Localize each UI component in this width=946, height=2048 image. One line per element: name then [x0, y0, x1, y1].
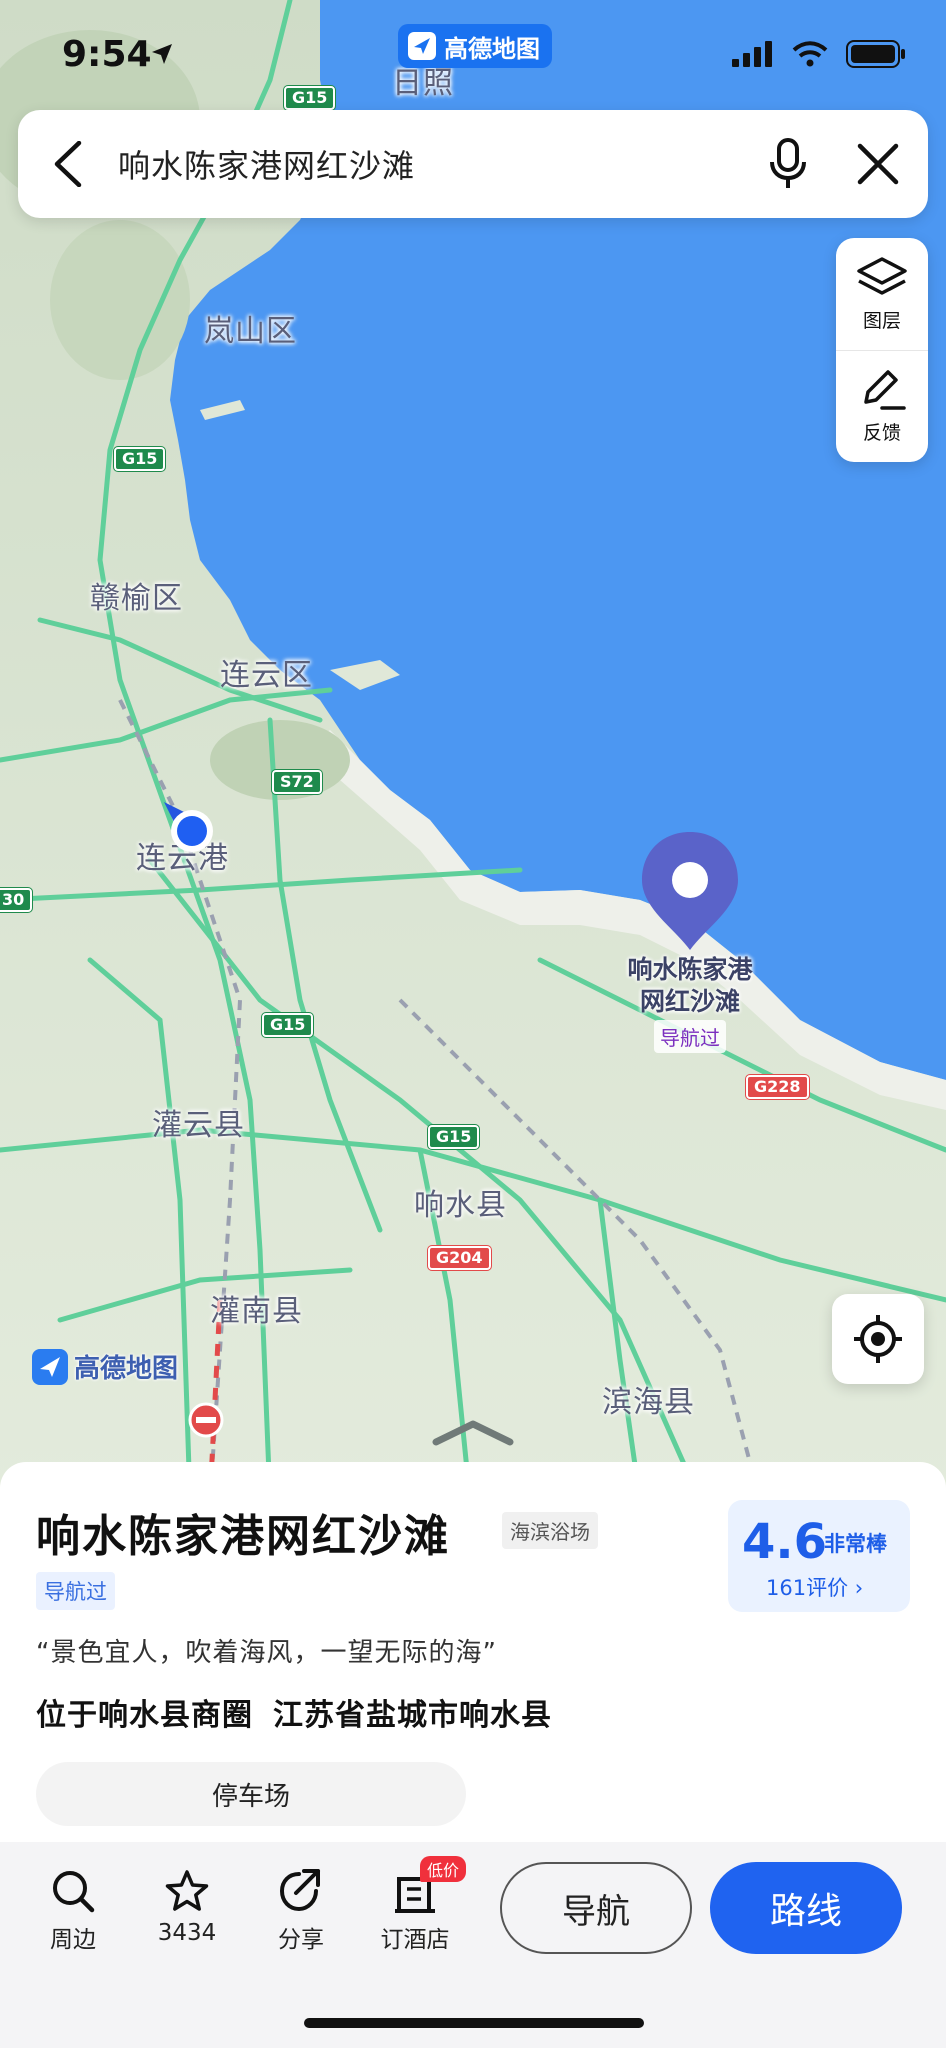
search-bar[interactable]: 响水陈家港网红沙滩: [18, 110, 928, 218]
road-shield: S72: [272, 770, 322, 794]
cellular-signal-icon: [732, 41, 772, 67]
close-icon: [857, 143, 899, 185]
address: 江苏省盐城市响水县: [273, 1698, 552, 1733]
map-logo-text: 高德地图: [74, 1354, 179, 1384]
home-indicator[interactable]: [304, 2018, 644, 2028]
poi-visited-tag: 导航过: [654, 1020, 726, 1053]
action-bar: 周边 3434 分享 低价 订酒店 导航 路线: [0, 1842, 946, 2048]
road-shield: 30: [0, 888, 33, 912]
layers-button[interactable]: 图层: [836, 238, 928, 350]
route-button[interactable]: 路线: [710, 1862, 902, 1954]
locate-me-button[interactable]: [832, 1294, 924, 1384]
place-binhai: 滨海县: [602, 1385, 695, 1420]
poi-category-badge: 海滨浴场: [502, 1512, 598, 1549]
no-entry-icon: [188, 1402, 224, 1438]
layers-label: 图层: [862, 309, 901, 332]
current-location-icon: [164, 802, 213, 852]
hotel-label: 订酒店: [380, 1927, 450, 1953]
nearby-label: 周边: [50, 1927, 96, 1953]
app-badge-label: 高德地图: [444, 34, 540, 63]
chevron-left-icon: [54, 141, 82, 187]
voice-search-button[interactable]: [748, 138, 828, 190]
place-guanyun: 灌云县: [152, 1108, 245, 1143]
feedback-button[interactable]: 反馈: [836, 350, 928, 462]
location-line: 位于响水县商圈 江苏省盐城市响水县: [36, 1690, 552, 1734]
layers-icon: [857, 256, 907, 295]
poi-title: 响水陈家港网红沙滩: [36, 1511, 450, 1562]
place-lanshan: 岚山区: [204, 314, 297, 349]
business-area: 位于响水县商圈: [36, 1698, 253, 1733]
rating-box[interactable]: 4.6 非常棒 161评价 ›: [728, 1500, 910, 1612]
rating-score: 4.6: [742, 1514, 828, 1570]
favorite-count: 3434: [157, 1920, 217, 1946]
app-badge[interactable]: 高德地图: [398, 24, 552, 68]
amap-logo-icon: [408, 32, 436, 60]
sheet-expand-handle[interactable]: [432, 1418, 514, 1448]
share-button[interactable]: 分享: [246, 1866, 356, 1954]
road-shield: G228: [746, 1075, 809, 1099]
map-base: [0, 0, 946, 1500]
wifi-icon: [792, 41, 828, 67]
location-arrow-icon: [152, 44, 172, 64]
road-shield: G15: [262, 1013, 314, 1037]
clear-button[interactable]: [828, 143, 928, 185]
road-shield: G15: [114, 447, 166, 471]
place-guannan: 灌南县: [210, 1294, 303, 1329]
place-xiangshui: 响水县: [414, 1188, 507, 1223]
poi-label-line2: 网红沙滩: [639, 987, 740, 1016]
nearby-button[interactable]: 周边: [18, 1866, 128, 1954]
search-icon: [53, 1871, 95, 1913]
map-tools-panel: 图层 反馈: [836, 238, 928, 462]
poi-marker[interactable]: 响水陈家港 网红沙滩 导航过: [620, 830, 760, 1053]
place-ganyu: 赣榆区: [90, 581, 183, 616]
poi-label-line1: 响水陈家港: [627, 955, 753, 984]
rating-word: 非常棒: [824, 1532, 887, 1556]
status-bar: 9:54 高德地图: [0, 0, 946, 110]
promo-badge: 低价: [420, 1856, 467, 1882]
star-icon: [165, 1870, 209, 1911]
map-view[interactable]: 日照 岚山区 赣榆区 连云区 连云港 灌云县 响水县 灌南县 滨海县 G15 G…: [0, 0, 946, 1500]
clock: 9:54: [62, 34, 152, 75]
back-button[interactable]: [18, 110, 118, 218]
amap-logo-icon: [32, 1348, 68, 1385]
battery-icon: [846, 40, 905, 68]
review-count-link[interactable]: 161评价 ›: [766, 1572, 863, 1602]
crosshair-icon: [854, 1315, 902, 1363]
map-pin-icon: [642, 832, 738, 950]
book-hotel-button[interactable]: 低价 订酒店: [360, 1856, 470, 1954]
edit-feedback-icon: [864, 370, 906, 410]
share-icon: [279, 1869, 320, 1912]
map-logo: 高德地图: [32, 1348, 178, 1385]
navigate-button[interactable]: 导航: [500, 1862, 692, 1954]
visited-badge: 导航过: [36, 1572, 115, 1610]
review-quote: “景色宜人，吹着海风，一望无际的海”: [36, 1638, 497, 1668]
search-input[interactable]: 响水陈家港网红沙滩: [118, 141, 748, 187]
place-lianyun: 连云区: [220, 658, 313, 693]
road-shield: G15: [428, 1125, 480, 1149]
share-label: 分享: [278, 1927, 324, 1953]
feedback-label: 反馈: [862, 422, 901, 444]
favorite-button[interactable]: 3434: [132, 1866, 242, 1946]
parking-chip[interactable]: 停车场: [36, 1762, 466, 1826]
microphone-icon: [770, 138, 806, 188]
road-shield: G204: [428, 1246, 491, 1270]
